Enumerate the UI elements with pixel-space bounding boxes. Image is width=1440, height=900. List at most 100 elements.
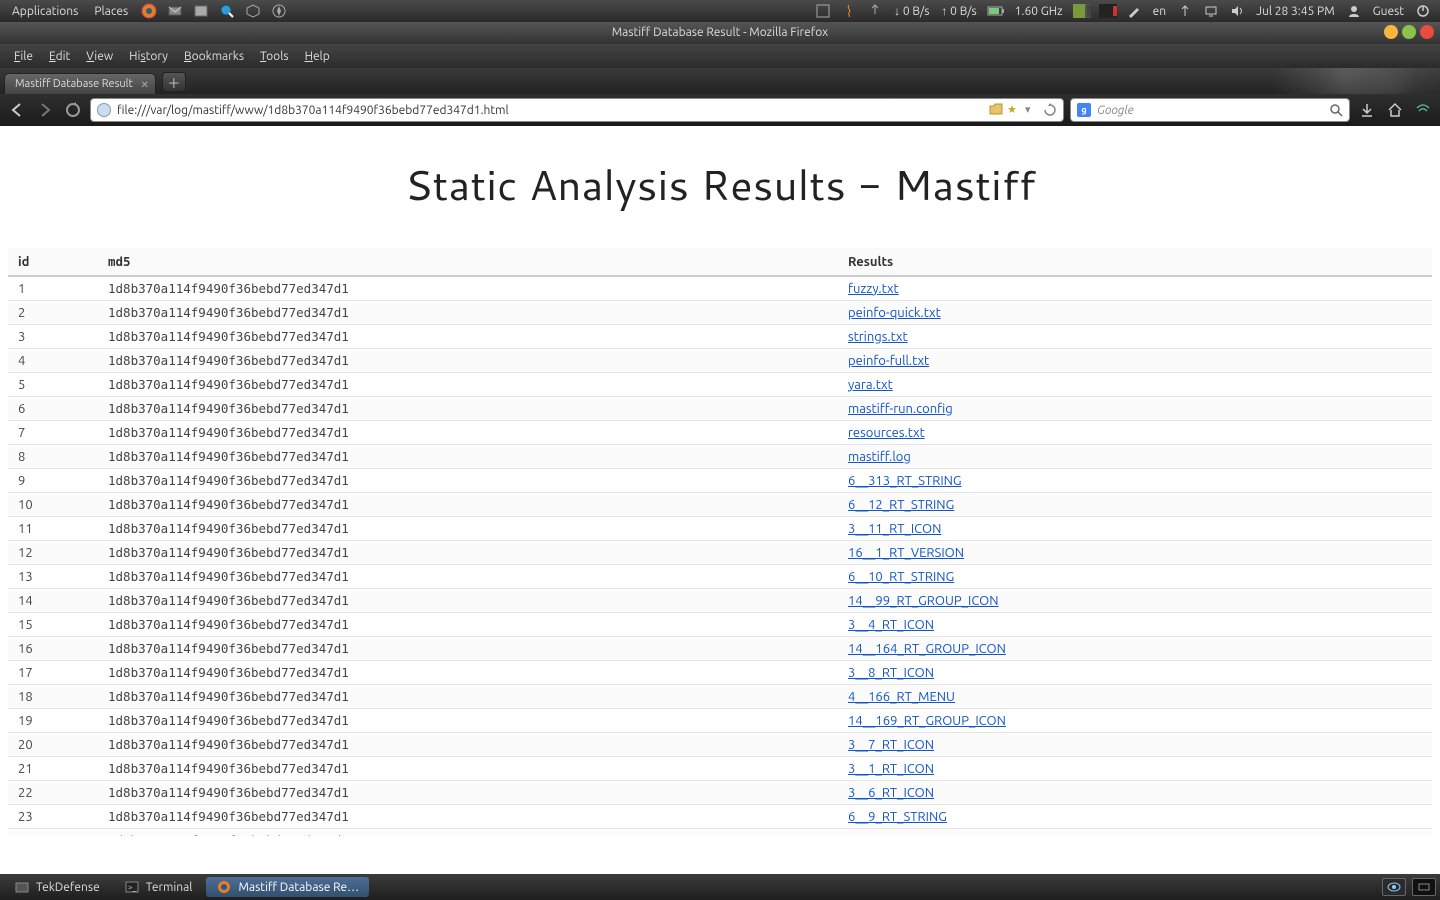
window-close-button[interactable]: [1420, 25, 1434, 39]
bookmark-star-icon[interactable]: ★: [1007, 103, 1021, 117]
battery-indicator-icon[interactable]: [987, 2, 1005, 20]
result-link[interactable]: 6__313_RT_STRING: [848, 474, 962, 488]
result-link[interactable]: 6__12_RT_STRING: [848, 498, 954, 512]
indicator-icon[interactable]: [814, 2, 832, 20]
taskbar-item-tekdefense[interactable]: TekDefense: [4, 877, 110, 897]
search-bar[interactable]: g Google: [1070, 98, 1350, 122]
magnifier-launcher-icon[interactable]: [218, 2, 236, 20]
mail-launcher-icon[interactable]: [166, 2, 184, 20]
taskbar-item-firefox[interactable]: Mastiff Database Re…: [206, 877, 369, 897]
cell-result: 6__10_RT_STRING: [838, 565, 1432, 589]
sysmon-indicator-icon[interactable]: [1099, 2, 1117, 20]
result-link[interactable]: 3__11_RT_ICON: [848, 522, 941, 536]
cell-md5: 1d8b370a114f9490f36bebd77ed347d1: [98, 517, 838, 541]
search-go-icon[interactable]: [1329, 103, 1343, 117]
volume-indicator-icon[interactable]: [1228, 2, 1246, 20]
power-icon[interactable]: [1414, 2, 1432, 20]
compass-launcher-icon[interactable]: [270, 2, 288, 20]
firefox-launcher-icon[interactable]: [140, 2, 158, 20]
result-link[interactable]: 14__99_RT_GROUP_ICON: [848, 594, 999, 608]
home-button[interactable]: [1384, 99, 1406, 121]
cell-md5: 1d8b370a114f9490f36bebd77ed347d1: [98, 397, 838, 421]
history-dropdown-icon[interactable]: ▾: [1025, 103, 1039, 117]
cell-md5: 1d8b370a114f9490f36bebd77ed347d1: [98, 589, 838, 613]
window-maximize-button[interactable]: [1402, 25, 1416, 39]
folder-icon: [14, 879, 30, 895]
workspace-indicator-icon[interactable]: [1073, 2, 1091, 20]
result-link[interactable]: strings.txt: [848, 330, 908, 344]
menu-file[interactable]: File: [6, 50, 41, 63]
reload-button[interactable]: [62, 99, 84, 121]
pen-indicator-icon[interactable]: [1125, 2, 1143, 20]
taskbar-item-terminal[interactable]: >_ Terminal: [114, 877, 203, 897]
network-indicator-icon[interactable]: [1176, 2, 1194, 20]
bookmark-folder-icon[interactable]: [989, 103, 1003, 117]
menu-help[interactable]: Help: [297, 50, 338, 63]
cell-result: 6__9_RT_STRING: [838, 805, 1432, 829]
forward-button[interactable]: [34, 99, 56, 121]
search-engine-icon[interactable]: g: [1077, 103, 1091, 117]
menu-edit[interactable]: Edit: [41, 50, 78, 63]
result-link[interactable]: fuzzy.txt: [848, 282, 899, 296]
terminal-icon: >_: [124, 879, 140, 895]
cell-md5: 1d8b370a114f9490f36bebd77ed347d1: [98, 565, 838, 589]
result-link[interactable]: 3__8_RT_ICON: [848, 666, 934, 680]
menu-tools[interactable]: Tools: [252, 50, 297, 63]
wifi-status-icon[interactable]: [1412, 99, 1434, 121]
result-link[interactable]: 14__169_RT_GROUP_ICON: [848, 714, 1006, 728]
url-text[interactable]: file:///var/log/mastiff/www/1d8b370a114f…: [117, 104, 989, 117]
user-icon[interactable]: [1345, 2, 1363, 20]
tray-desktop-icon[interactable]: [1412, 878, 1436, 896]
cell-id: 2: [8, 301, 98, 325]
cell-id: 8: [8, 445, 98, 469]
menu-view[interactable]: View: [78, 50, 121, 63]
result-link[interactable]: 4__166_RT_MENU: [848, 690, 955, 704]
reload-inline-icon[interactable]: [1043, 103, 1057, 117]
result-link[interactable]: 3__4_RT_ICON: [848, 618, 934, 632]
firefox-navbar: file:///var/log/mastiff/www/1d8b370a114f…: [0, 94, 1440, 126]
result-link[interactable]: yara.txt: [848, 378, 893, 392]
result-link[interactable]: 3__6_RT_ICON: [848, 786, 934, 800]
window-minimize-button[interactable]: [1384, 25, 1398, 39]
tab-close-icon[interactable]: ✕: [141, 79, 149, 91]
tab-active[interactable]: Mastiff Database Result ✕: [4, 73, 156, 94]
files-launcher-icon[interactable]: [192, 2, 210, 20]
result-link[interactable]: 6__9_RT_STRING: [848, 810, 947, 824]
downloads-button[interactable]: [1356, 99, 1378, 121]
page-viewport[interactable]: Static Analysis Results - Mastiff id md5…: [0, 126, 1440, 836]
site-identity-icon[interactable]: [97, 103, 111, 117]
applications-menu[interactable]: Applications: [4, 5, 86, 18]
result-link[interactable]: mastiff-run.config: [848, 402, 953, 416]
flame-indicator-icon[interactable]: [840, 2, 858, 20]
result-link[interactable]: mastiff.log: [848, 450, 911, 464]
result-link[interactable]: peinfo-full.txt: [848, 354, 929, 368]
keyboard-layout-label[interactable]: en: [1153, 5, 1166, 18]
cell-result: 3__5_RT_ICON: [838, 829, 1432, 837]
result-link[interactable]: 16__1_RT_VERSION: [848, 546, 964, 560]
vbox-launcher-icon[interactable]: [244, 2, 262, 20]
result-link[interactable]: peinfo-quick.txt: [848, 306, 941, 320]
cell-id: 16: [8, 637, 98, 661]
clock-label[interactable]: Jul 28 3:45 PM: [1256, 5, 1335, 18]
new-tab-button[interactable]: ＋: [162, 72, 186, 92]
result-link[interactable]: 3__1_RT_ICON: [848, 762, 934, 776]
display-indicator-icon[interactable]: [1202, 2, 1220, 20]
result-link[interactable]: 6__10_RT_STRING: [848, 570, 954, 584]
menu-bookmarks[interactable]: Bookmarks: [176, 50, 252, 63]
cpu-freq-label: 1.60 GHz: [1015, 5, 1063, 18]
pin-indicator-icon[interactable]: [866, 2, 884, 20]
user-name-label[interactable]: Guest: [1373, 5, 1404, 18]
cell-md5: 1d8b370a114f9490f36bebd77ed347d1: [98, 661, 838, 685]
menu-history[interactable]: History: [121, 50, 176, 63]
result-link[interactable]: 14__164_RT_GROUP_ICON: [848, 642, 1006, 656]
places-menu[interactable]: Places: [86, 5, 136, 18]
result-link[interactable]: 3__7_RT_ICON: [848, 738, 934, 752]
result-link[interactable]: 3__5_RT_ICON: [848, 834, 934, 837]
cell-id: 24: [8, 829, 98, 837]
cell-result: 3__1_RT_ICON: [838, 757, 1432, 781]
url-bar[interactable]: file:///var/log/mastiff/www/1d8b370a114f…: [90, 98, 1064, 122]
tray-eye-icon[interactable]: [1382, 878, 1406, 896]
back-button[interactable]: [6, 99, 28, 121]
system-tray: [1382, 878, 1436, 896]
result-link[interactable]: resources.txt: [848, 426, 925, 440]
